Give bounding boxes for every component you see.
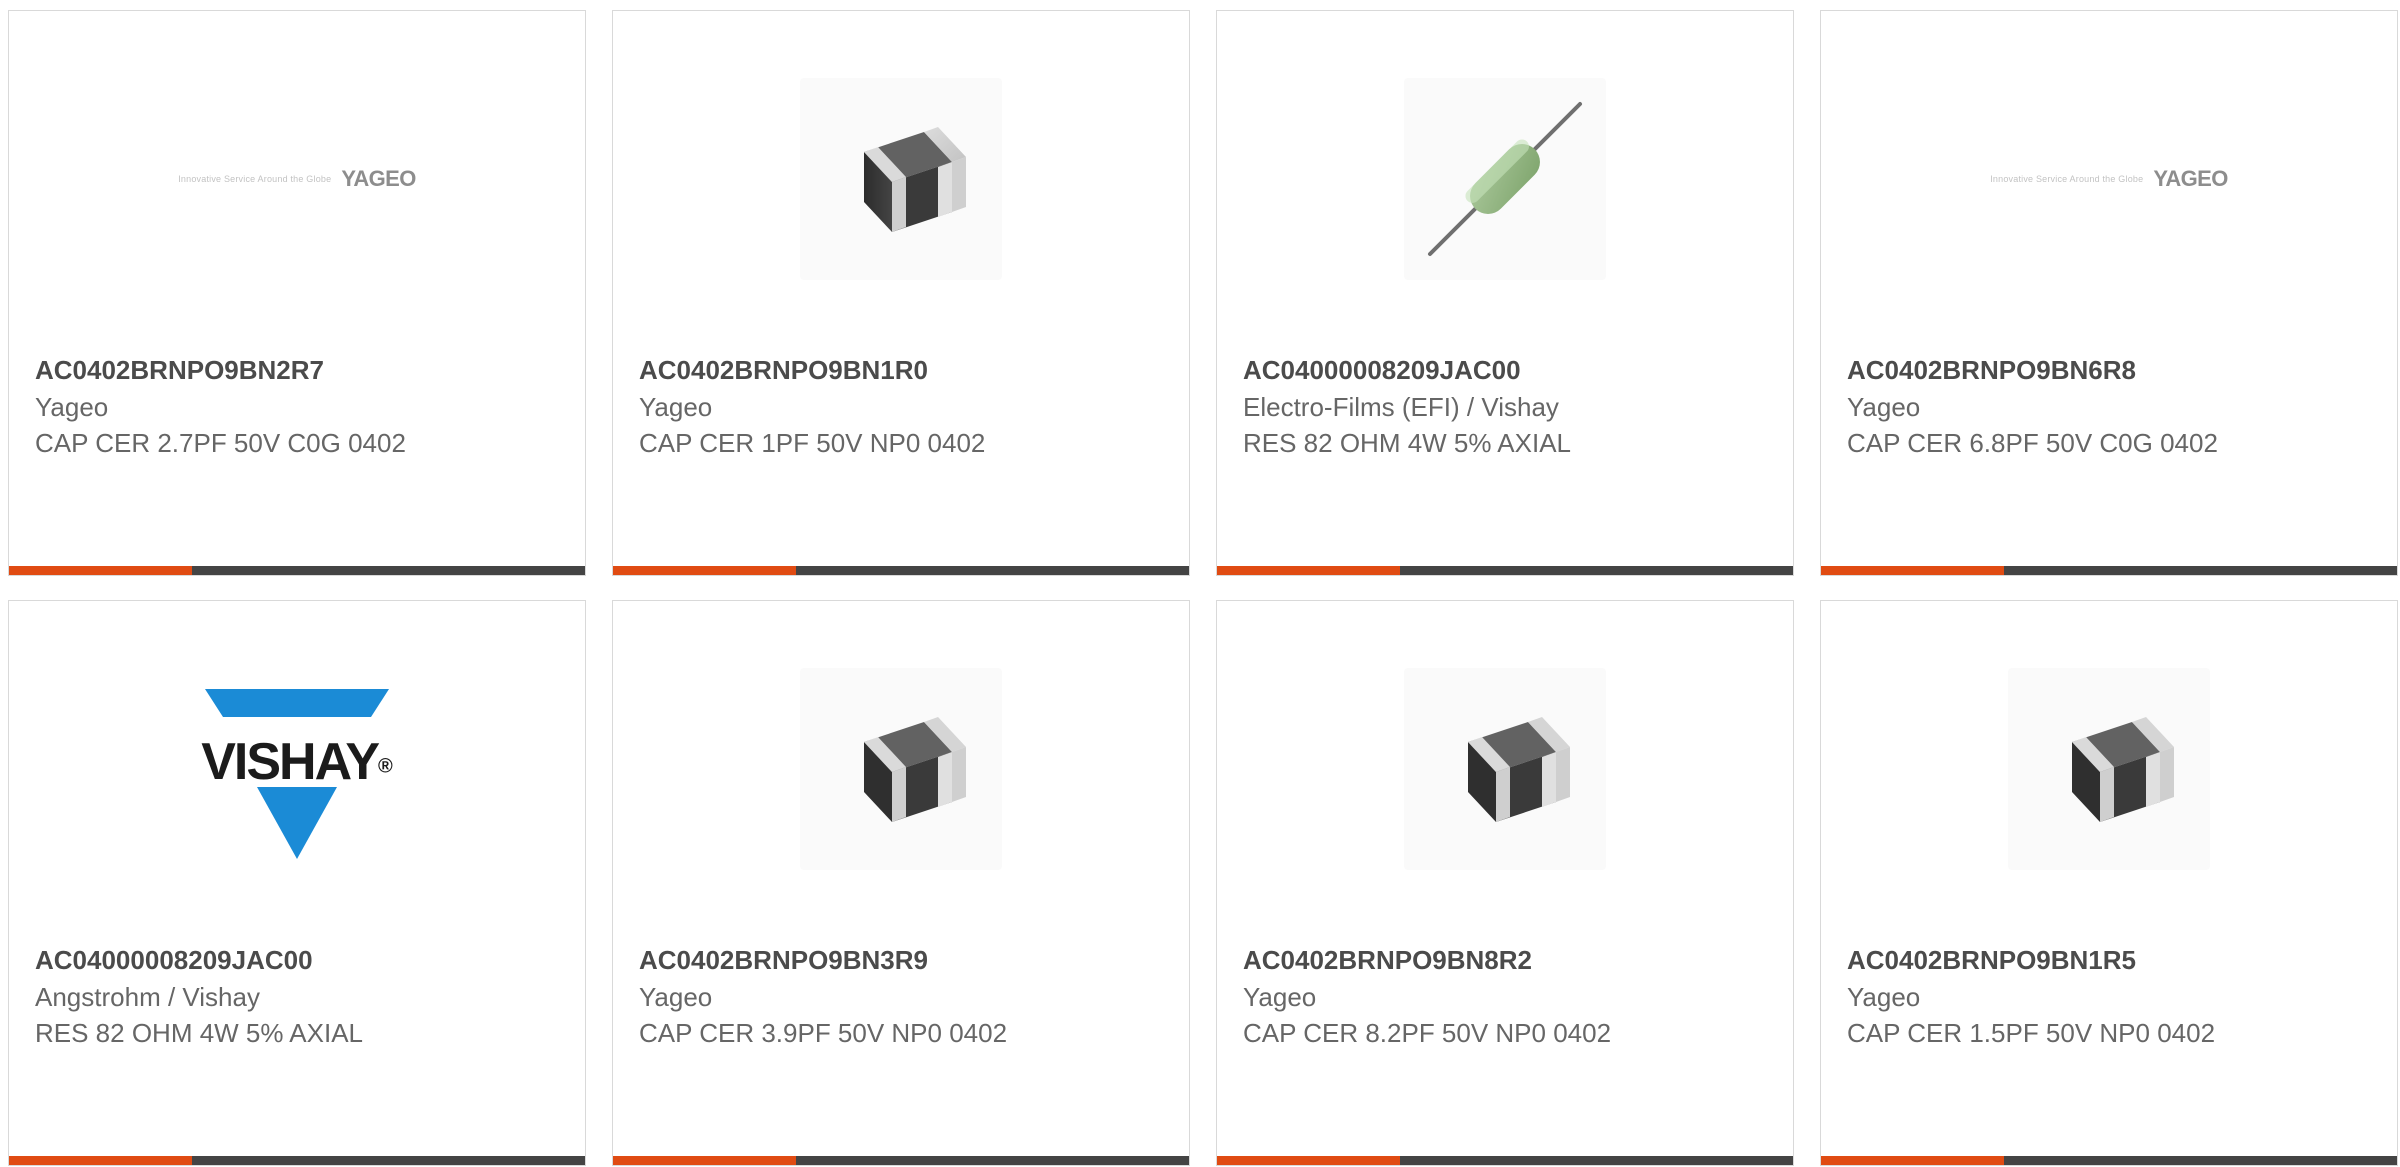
logo-tagline: Innovative Service Around the Globe <box>1990 174 2144 184</box>
chip-capacitor-icon <box>2072 717 2174 822</box>
product-text: AC0402BRNPO9BN2R7 Yageo CAP CER 2.7PF 50… <box>35 351 559 461</box>
product-card[interactable]: AC0402BRNPO9BN8R2 Yageo CAP CER 8.2PF 50… <box>1216 600 1794 1166</box>
description: CAP CER 2.7PF 50V C0G 0402 <box>35 428 406 458</box>
chip-capacitor-icon <box>864 127 966 232</box>
product-card[interactable]: VISHAY® AC04000008209JAC00 Angstrohm / V… <box>8 600 586 1166</box>
part-number[interactable]: AC0402BRNPO9BN2R7 <box>35 351 559 389</box>
product-text: AC04000008209JAC00 Electro-Films (EFI) /… <box>1243 351 1767 461</box>
product-image <box>613 668 1189 870</box>
part-number[interactable]: AC0402BRNPO9BN6R8 <box>1847 351 2371 389</box>
product-card[interactable]: AC0402BRNPO9BN3R9 Yageo CAP CER 3.9PF 50… <box>612 600 1190 1166</box>
product-card[interactable]: Innovative Service Around the Globe YAGE… <box>1820 10 2398 576</box>
manufacturer: Yageo <box>639 982 713 1012</box>
manufacturer: Yageo <box>639 392 713 422</box>
part-number[interactable]: AC0402BRNPO9BN1R5 <box>1847 941 2371 979</box>
description: CAP CER 6.8PF 50V C0G 0402 <box>1847 428 2218 458</box>
product-image: VISHAY® <box>9 669 585 869</box>
product-image: Innovative Service Around the Globe YAGE… <box>9 79 585 279</box>
logo-wordmark: YAGEO <box>2153 166 2228 191</box>
description: CAP CER 1.5PF 50V NP0 0402 <box>1847 1018 2216 1048</box>
card-accent-bar <box>9 566 192 575</box>
product-card[interactable]: AC0402BRNPO9BN1R0 Yageo CAP CER 1PF 50V … <box>612 10 1190 576</box>
manufacturer: Angstrohm / Vishay <box>35 982 260 1012</box>
logo-registered: ® <box>378 755 393 778</box>
product-text: AC04000008209JAC00 Angstrohm / Vishay RE… <box>35 941 559 1051</box>
chip-capacitor-icon <box>864 717 966 822</box>
card-bottom-bar <box>9 1156 585 1165</box>
card-accent-bar <box>1217 566 1400 575</box>
product-image: Innovative Service Around the Globe YAGE… <box>1821 79 2397 279</box>
product-text: AC0402BRNPO9BN3R9 Yageo CAP CER 3.9PF 50… <box>639 941 1163 1051</box>
image-box <box>800 78 1002 280</box>
product-text: AC0402BRNPO9BN1R5 Yageo CAP CER 1.5PF 50… <box>1847 941 2371 1051</box>
card-accent-bar <box>613 566 796 575</box>
product-image <box>1821 668 2397 870</box>
part-number[interactable]: AC04000008209JAC00 <box>1243 351 1767 389</box>
card-bottom-bar <box>1821 566 2397 575</box>
product-card[interactable]: Innovative Service Around the Globe YAGE… <box>8 10 586 576</box>
vishay-logo: VISHAY® <box>187 669 407 869</box>
logo-tagline: Innovative Service Around the Globe <box>178 174 332 184</box>
product-text: AC0402BRNPO9BN6R8 Yageo CAP CER 6.8PF 50… <box>1847 351 2371 461</box>
yageo-logo: Innovative Service Around the Globe YAGE… <box>167 159 427 199</box>
part-number[interactable]: AC0402BRNPO9BN8R2 <box>1243 941 1767 979</box>
image-box <box>2008 668 2210 870</box>
description: RES 82 OHM 4W 5% AXIAL <box>35 1018 364 1048</box>
part-number[interactable]: AC0402BRNPO9BN1R0 <box>639 351 1163 389</box>
card-accent-bar <box>1821 566 2004 575</box>
chip-capacitor-icon <box>1468 717 1570 822</box>
image-box <box>1404 78 1606 280</box>
image-box <box>800 668 1002 870</box>
card-accent-bar <box>613 1156 796 1165</box>
description: CAP CER 1PF 50V NP0 0402 <box>639 428 986 458</box>
yageo-logo: Innovative Service Around the Globe YAGE… <box>1979 159 2239 199</box>
manufacturer: Yageo <box>1243 982 1317 1012</box>
card-bottom-bar <box>1821 1156 2397 1165</box>
card-accent-bar <box>9 1156 192 1165</box>
manufacturer: Yageo <box>35 392 109 422</box>
card-bottom-bar <box>9 566 585 575</box>
axial-resistor-icon <box>1428 102 1582 256</box>
product-card[interactable]: AC04000008209JAC00 Electro-Films (EFI) /… <box>1216 10 1794 576</box>
product-card[interactable]: AC0402BRNPO9BN1R5 Yageo CAP CER 1.5PF 50… <box>1820 600 2398 1166</box>
logo-wordmark: VISHAY <box>201 733 380 791</box>
product-image <box>1217 78 1793 280</box>
manufacturer: Electro-Films (EFI) / Vishay <box>1243 392 1559 422</box>
card-accent-bar <box>1217 1156 1400 1165</box>
product-grid: Innovative Service Around the Globe YAGE… <box>8 10 2400 1166</box>
part-number[interactable]: AC04000008209JAC00 <box>35 941 559 979</box>
card-bottom-bar <box>1217 566 1793 575</box>
part-number[interactable]: AC0402BRNPO9BN3R9 <box>639 941 1163 979</box>
manufacturer: Yageo <box>1847 392 1921 422</box>
card-accent-bar <box>1821 1156 2004 1165</box>
card-bottom-bar <box>613 566 1189 575</box>
description: CAP CER 8.2PF 50V NP0 0402 <box>1243 1018 1612 1048</box>
manufacturer: Yageo <box>1847 982 1921 1012</box>
product-image <box>1217 668 1793 870</box>
image-box <box>1404 668 1606 870</box>
description: RES 82 OHM 4W 5% AXIAL <box>1243 428 1572 458</box>
product-image <box>613 78 1189 280</box>
description: CAP CER 3.9PF 50V NP0 0402 <box>639 1018 1008 1048</box>
product-text: AC0402BRNPO9BN8R2 Yageo CAP CER 8.2PF 50… <box>1243 941 1767 1051</box>
card-bottom-bar <box>1217 1156 1793 1165</box>
logo-wordmark: YAGEO <box>341 166 416 191</box>
product-text: AC0402BRNPO9BN1R0 Yageo CAP CER 1PF 50V … <box>639 351 1163 461</box>
card-bottom-bar <box>613 1156 1189 1165</box>
